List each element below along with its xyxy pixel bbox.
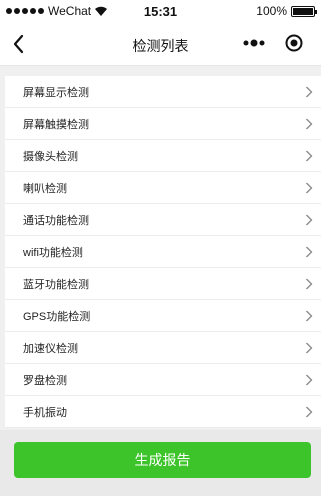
target-icon[interactable]: [285, 34, 303, 52]
chevron-right-icon: [306, 182, 313, 194]
list-item[interactable]: 蓝牙功能检测: [5, 268, 321, 300]
generate-report-button[interactable]: 生成报告: [14, 442, 311, 478]
list-item-label: 蓝牙功能检测: [23, 278, 89, 291]
list-item[interactable]: 手机振动: [5, 396, 321, 428]
list-item-label: wifi功能检测: [23, 246, 83, 259]
list-item-label: 屏幕显示检测: [23, 86, 89, 99]
chevron-right-icon: [306, 278, 313, 290]
chevron-right-icon: [306, 246, 313, 258]
detection-list: 屏幕显示检测 屏幕触摸检测 摄像头检测 喇叭检测 通话功能检测 wifi功能检测…: [5, 76, 321, 428]
mini-program-capsule: [243, 34, 303, 52]
list-item-label: 通话功能检测: [23, 214, 89, 227]
chevron-right-icon: [306, 118, 313, 130]
chevron-right-icon: [306, 342, 313, 354]
list-item-label: 屏幕触摸检测: [23, 118, 89, 131]
chevron-right-icon: [306, 406, 313, 418]
chevron-right-icon: [306, 86, 313, 98]
chevron-right-icon: [306, 150, 313, 162]
list-item[interactable]: 喇叭检测: [5, 172, 321, 204]
chevron-right-icon: [306, 310, 313, 322]
battery-percent: 100%: [256, 4, 287, 18]
list-item[interactable]: 屏幕显示检测: [5, 76, 321, 108]
list-item[interactable]: 屏幕触摸检测: [5, 108, 321, 140]
list-item-label: 罗盘检测: [23, 374, 67, 387]
chevron-right-icon: [306, 214, 313, 226]
list-item-label: 喇叭检测: [23, 182, 67, 195]
list-item[interactable]: 摄像头检测: [5, 140, 321, 172]
status-right: 100%: [256, 4, 317, 18]
nav-bar: 检测列表: [0, 22, 321, 66]
list-item-label: 加速仪检测: [23, 342, 78, 355]
list-item[interactable]: GPS功能检测: [5, 300, 321, 332]
list-item-label: 摄像头检测: [23, 150, 78, 163]
list-item-label: 手机振动: [23, 406, 67, 419]
status-bar: WeChat 15:31 100%: [0, 0, 321, 22]
list-item[interactable]: 罗盘检测: [5, 364, 321, 396]
footer-bar: 生成报告: [0, 430, 321, 496]
list-item-label: GPS功能检测: [23, 310, 91, 323]
list-item[interactable]: 加速仪检测: [5, 332, 321, 364]
list-item[interactable]: 通话功能检测: [5, 204, 321, 236]
chevron-right-icon: [306, 374, 313, 386]
list-item[interactable]: wifi功能检测: [5, 236, 321, 268]
battery-icon: [291, 5, 317, 17]
more-dots-icon[interactable]: [243, 39, 265, 47]
